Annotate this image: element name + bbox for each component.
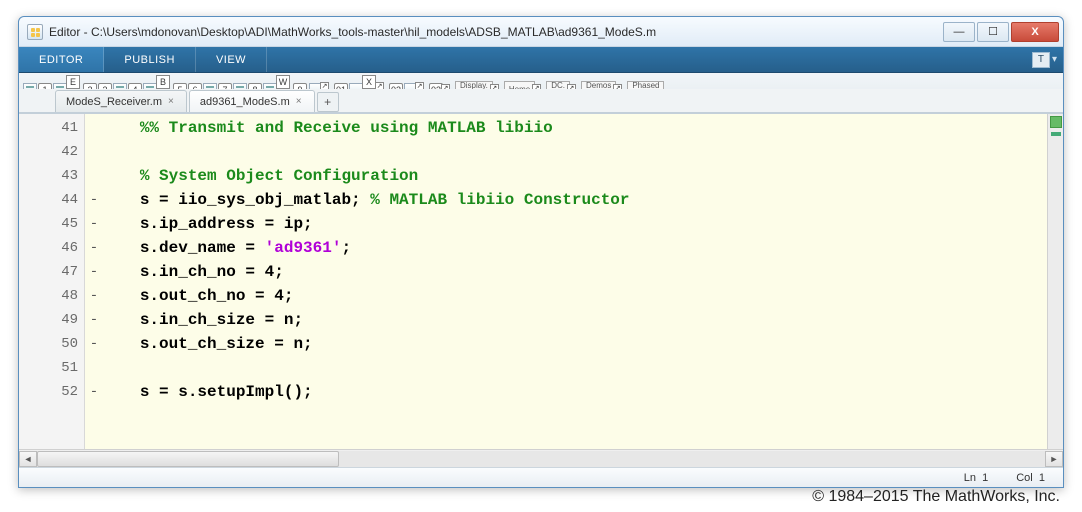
file-tab-add[interactable]: + [317, 92, 339, 112]
exec-marker [85, 356, 103, 380]
horizontal-scrollbar: ◄ ► [19, 449, 1063, 467]
toolstrip-letter[interactable]: T [1032, 52, 1050, 68]
line-number: 45 [19, 212, 84, 236]
file-tab-modes[interactable]: ad9361_ModeS.m × [189, 90, 315, 112]
scroll-track[interactable] [37, 451, 1045, 467]
exec-marker: - [85, 212, 103, 236]
toolstrip-right: T ▾ [1032, 47, 1063, 72]
scroll-left-button[interactable]: ◄ [19, 451, 37, 467]
toolstrip-dropdown-icon[interactable]: ▾ [1052, 54, 1057, 65]
code-line[interactable]: s.out_ch_no = 4; [103, 284, 1047, 308]
exec-marker: - [85, 236, 103, 260]
code-line[interactable]: %% Transmit and Receive using MATLAB lib… [103, 116, 1047, 140]
tab-publish[interactable]: PUBLISH [104, 47, 196, 72]
line-number: 47 [19, 260, 84, 284]
qat-letter-e[interactable]: E [66, 75, 80, 89]
code-line[interactable]: s.ip_address = ip; [103, 212, 1047, 236]
code-line[interactable]: s.dev_name = 'ad9361'; [103, 236, 1047, 260]
minimize-button[interactable]: — [943, 22, 975, 42]
qat-letter-x[interactable]: X [362, 75, 376, 89]
window-buttons: — ☐ X [941, 22, 1059, 42]
code-line[interactable] [103, 140, 1047, 164]
overview-indicator-icon [1050, 116, 1062, 128]
line-number: 44 [19, 188, 84, 212]
copyright-text: © 1984–2015 The MathWorks, Inc. [812, 488, 1060, 506]
code-line[interactable]: s.in_ch_no = 4; [103, 260, 1047, 284]
qat-letter-b[interactable]: B [156, 75, 170, 89]
code-line[interactable] [103, 356, 1047, 380]
editor-area: 414243444546474849505152 -------- %% Tra… [19, 113, 1063, 449]
titlebar: Editor - C:\Users\mdonovan\Desktop\ADI\M… [19, 17, 1063, 47]
line-number: 42 [19, 140, 84, 164]
code-line[interactable]: % System Object Configuration [103, 164, 1047, 188]
scroll-thumb[interactable] [37, 451, 339, 467]
status-bar: Ln 1 Col 1 [19, 467, 1063, 487]
line-number: 46 [19, 236, 84, 260]
overview-mark [1051, 132, 1061, 136]
code-line[interactable]: s = s.setupImpl(); [103, 380, 1047, 404]
breakpoint-margin[interactable]: -------- [85, 114, 103, 449]
code-line[interactable]: s.in_ch_size = n; [103, 308, 1047, 332]
tab-editor[interactable]: EDITOR [19, 47, 104, 72]
code-area[interactable]: %% Transmit and Receive using MATLAB lib… [103, 114, 1047, 449]
line-number: 51 [19, 356, 84, 380]
exec-marker: - [85, 380, 103, 404]
file-tab-receiver[interactable]: ModeS_Receiver.m × [55, 90, 187, 112]
exec-marker: - [85, 188, 103, 212]
line-gutter: 414243444546474849505152 [19, 114, 85, 449]
window-title: Editor - C:\Users\mdonovan\Desktop\ADI\M… [49, 25, 941, 39]
file-tab-label: ModeS_Receiver.m [66, 96, 162, 108]
line-number: 43 [19, 164, 84, 188]
exec-marker: - [85, 332, 103, 356]
exec-marker: - [85, 260, 103, 284]
exec-marker: - [85, 308, 103, 332]
line-number: 52 [19, 380, 84, 404]
tab-view[interactable]: VIEW [196, 47, 267, 72]
code-line[interactable]: s.out_ch_size = n; [103, 332, 1047, 356]
code-line[interactable]: s = iio_sys_obj_matlab; % MATLAB libiio … [103, 188, 1047, 212]
exec-marker [85, 164, 103, 188]
close-button[interactable]: X [1011, 22, 1059, 42]
exec-marker [85, 140, 103, 164]
line-number: 49 [19, 308, 84, 332]
qat-letter-w[interactable]: W [276, 75, 290, 89]
exec-marker: - [85, 284, 103, 308]
editor-window: Editor - C:\Users\mdonovan\Desktop\ADI\M… [18, 16, 1064, 488]
status-line: Ln 1 [964, 472, 989, 484]
toolstrip: EDITOR PUBLISH VIEW T ▾ [19, 47, 1063, 73]
file-tab-close-icon[interactable]: × [168, 96, 174, 107]
line-number: 41 [19, 116, 84, 140]
line-number: 48 [19, 284, 84, 308]
app-icon [27, 24, 43, 40]
file-tab-label: ad9361_ModeS.m [200, 96, 290, 108]
file-tabs: ModeS_Receiver.m × ad9361_ModeS.m × + [19, 89, 1063, 113]
scroll-right-button[interactable]: ► [1045, 451, 1063, 467]
status-col: Col 1 [1016, 472, 1045, 484]
exec-marker [85, 116, 103, 140]
line-number: 50 [19, 332, 84, 356]
maximize-button[interactable]: ☐ [977, 22, 1009, 42]
code-overview-strip[interactable] [1047, 114, 1063, 449]
file-tab-close-icon[interactable]: × [296, 96, 302, 107]
